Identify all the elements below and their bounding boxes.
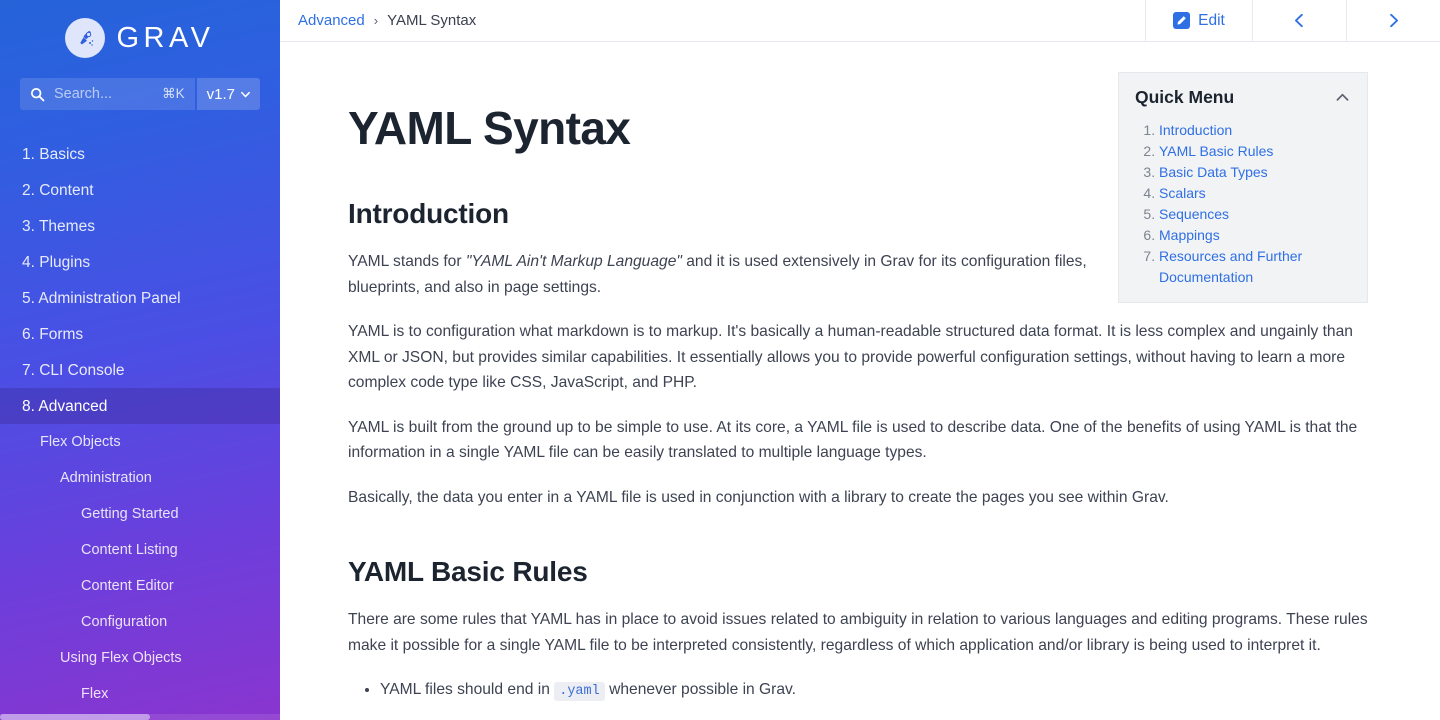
sidebar-item-4-plugins[interactable]: 4. Plugins bbox=[0, 244, 280, 280]
quick-menu-link[interactable]: Basic Data Types bbox=[1159, 164, 1268, 180]
search-input[interactable]: Search... ⌘K bbox=[20, 78, 195, 110]
sidebar-item-getting-started[interactable]: Getting Started bbox=[0, 496, 280, 532]
quick-menu-list: Introduction YAML Basic Rules Basic Data T… bbox=[1135, 120, 1351, 288]
page-content: Quick Menu Introduction YAML Basic Rules B… bbox=[280, 42, 1440, 720]
sidebar-item-content-editor[interactable]: Content Editor bbox=[0, 568, 280, 604]
search-placeholder: Search... bbox=[54, 86, 113, 102]
chevron-up-icon[interactable] bbox=[1334, 89, 1351, 106]
intro-paragraph-2: YAML is to configuration what markdown i… bbox=[348, 323, 1353, 392]
breadcrumb-current: YAML Syntax bbox=[387, 12, 477, 29]
sidebar-item-1-basics[interactable]: 1. Basics bbox=[0, 136, 280, 172]
quick-menu-item: Resources and Further Documentation bbox=[1159, 246, 1351, 288]
prev-page-button[interactable] bbox=[1252, 0, 1346, 41]
breadcrumb: Advanced › YAML Syntax bbox=[280, 0, 1145, 41]
sidebar-item-3-themes[interactable]: 3. Themes bbox=[0, 208, 280, 244]
sidebar-item-flex-objects[interactable]: Flex Objects bbox=[0, 424, 280, 460]
sidebar-item-8-advanced[interactable]: 8. Advanced bbox=[0, 388, 280, 424]
quick-menu-header: Quick Menu bbox=[1135, 87, 1351, 108]
search-icon bbox=[30, 87, 45, 102]
inline-code-yaml-ext: .yaml bbox=[554, 682, 605, 702]
rule-1-part-b: whenever possible in Grav. bbox=[604, 681, 797, 699]
chevron-left-icon bbox=[1294, 13, 1303, 28]
quick-menu-link[interactable]: Sequences bbox=[1159, 206, 1229, 222]
quick-menu-link[interactable]: YAML Basic Rules bbox=[1159, 143, 1273, 159]
version-selector[interactable]: v1.7 bbox=[196, 78, 260, 110]
quick-menu-item: Scalars bbox=[1159, 183, 1351, 204]
quick-menu-item: Basic Data Types bbox=[1159, 162, 1351, 183]
rules-list: YAML files should end in .yaml whenever … bbox=[348, 677, 1368, 705]
intro-paragraph-4: Basically, the data you enter in a YAML … bbox=[348, 488, 1169, 506]
intro-paragraph-3: YAML is built from the ground up to be s… bbox=[348, 418, 1358, 462]
quick-menu-item: YAML Basic Rules bbox=[1159, 141, 1351, 162]
sidebar-item-flex[interactable]: Flex bbox=[0, 676, 280, 712]
intro-p1-emphasis: "YAML Ain't Markup Language" bbox=[465, 253, 682, 271]
quick-menu-panel: Quick Menu Introduction YAML Basic Rules B… bbox=[1118, 72, 1368, 303]
brand-logo[interactable]: GRAV bbox=[0, 0, 280, 70]
search-shortcut-hint: ⌘K bbox=[162, 86, 185, 101]
section-heading-yaml-basic-rules: YAML Basic Rules bbox=[348, 556, 588, 588]
grav-rocket-logo-icon bbox=[65, 18, 106, 58]
brand-wordmark: GRAV bbox=[116, 21, 215, 54]
quick-menu-link[interactable]: Mappings bbox=[1159, 227, 1220, 243]
next-page-button[interactable] bbox=[1346, 0, 1440, 41]
rules-paragraph-1: There are some rules that YAML has in pl… bbox=[348, 611, 1368, 654]
sidebar-nav: 1. Basics 2. Content 3. Themes 4. Plugins 5.… bbox=[0, 136, 280, 720]
sidebar-item-using-flex-objects[interactable]: Using Flex Objects bbox=[0, 640, 280, 676]
search-row: Search... ⌘K v1.7 bbox=[20, 78, 260, 110]
sidebar-item-administration[interactable]: Administration bbox=[0, 460, 280, 496]
sidebar-item-2-content[interactable]: 2. Content bbox=[0, 172, 280, 208]
chevron-down-icon bbox=[241, 91, 250, 97]
sidebar-item-content-listing[interactable]: Content Listing bbox=[0, 532, 280, 568]
sidebar: GRAV Search... ⌘K v1.7 1. Basics 2. Cont… bbox=[0, 0, 280, 720]
edit-button-label: Edit bbox=[1198, 11, 1225, 29]
intro-p1-part-a: YAML stands for bbox=[348, 253, 466, 271]
main-area: Advanced › YAML Syntax Edit Quick Menu 1… bbox=[280, 0, 1440, 720]
sidebar-item-5-administration-panel[interactable]: 5. Administration Panel bbox=[0, 280, 280, 316]
sidebar-item-configuration[interactable]: Configuration bbox=[0, 604, 280, 640]
quick-menu-item: Sequences bbox=[1159, 204, 1351, 225]
quick-menu-link[interactable]: Resources and Further Documentation bbox=[1159, 248, 1302, 285]
quick-menu-item: Introduction bbox=[1159, 120, 1351, 141]
sidebar-item-6-forms[interactable]: 6. Forms bbox=[0, 316, 280, 352]
list-item: YAML files should end in .yaml whenever … bbox=[380, 677, 1368, 705]
version-label: v1.7 bbox=[206, 85, 235, 103]
quick-menu-link[interactable]: Scalars bbox=[1159, 185, 1206, 201]
sidebar-item-7-cli-console[interactable]: 7. CLI Console bbox=[0, 352, 280, 388]
sidebar-scrollbar[interactable] bbox=[0, 714, 280, 720]
breadcrumb-separator-icon: › bbox=[373, 13, 379, 28]
edit-button[interactable]: Edit bbox=[1145, 0, 1252, 41]
quick-menu-link[interactable]: Introduction bbox=[1159, 122, 1232, 138]
quick-menu-item: Mappings bbox=[1159, 225, 1351, 246]
pencil-icon bbox=[1173, 12, 1191, 29]
chevron-right-icon bbox=[1390, 13, 1399, 28]
rule-1-part-a: YAML files should end in bbox=[380, 681, 555, 699]
topbar: Advanced › YAML Syntax Edit bbox=[280, 0, 1440, 42]
breadcrumb-parent[interactable]: Advanced bbox=[298, 12, 365, 29]
app-root: GRAV Search... ⌘K v1.7 1. Basics 2. Cont… bbox=[0, 0, 1440, 720]
quick-menu-title: Quick Menu bbox=[1135, 87, 1235, 107]
